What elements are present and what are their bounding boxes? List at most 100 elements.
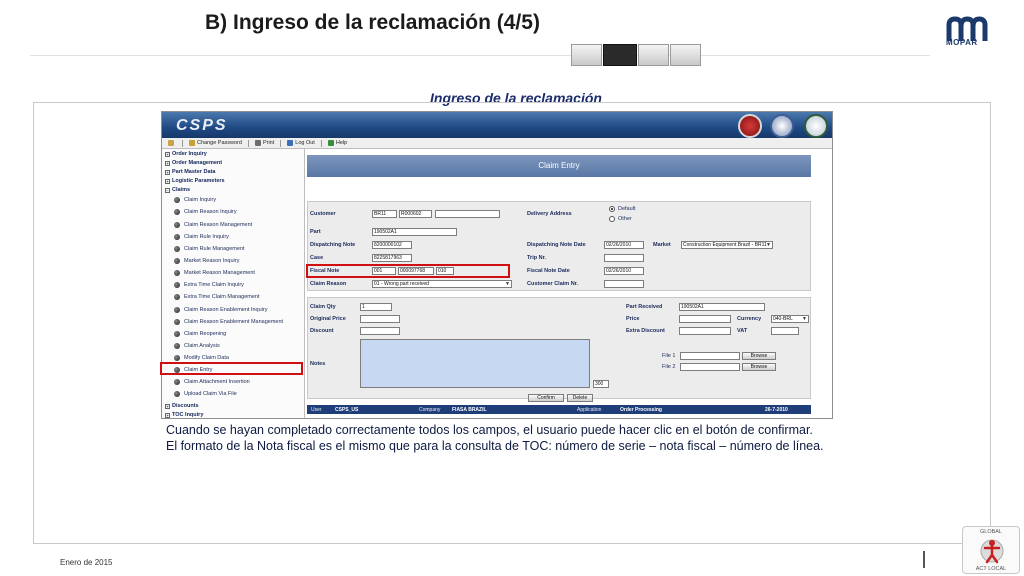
csps-logo: CSPS — [176, 117, 228, 134]
vat-label: VAT — [737, 328, 748, 334]
other-address-radio[interactable] — [609, 216, 615, 222]
nav-claim-inquiry[interactable]: Claim Inquiry — [174, 195, 216, 205]
customer-code-field[interactable]: BR11 — [372, 210, 397, 218]
customer-id-field[interactable]: R000602 — [399, 210, 432, 218]
circle-bullet-icon — [174, 343, 180, 349]
app-toolbar: Change Password Print Log Out Help — [162, 138, 832, 149]
market-select[interactable]: Construction Equipment Brazil - BR11 ▼ — [681, 241, 773, 249]
nav-label: Claim Reason Inquiry — [184, 209, 237, 215]
trip-nr-field[interactable] — [604, 254, 644, 262]
nav-label: Claim Reopening — [184, 331, 227, 337]
nav-label: TOC Inquiry — [172, 412, 204, 418]
dispatching-note-date-label: Dispatching Note Date — [527, 242, 586, 248]
logout-icon — [287, 140, 294, 146]
badge-bottom-text: ACT LOCAL — [975, 566, 1007, 572]
file-2-browse-button[interactable]: Browse — [742, 363, 776, 371]
part-received-field[interactable]: 190502A1 — [679, 303, 765, 311]
notes-char-counter: 300 — [593, 380, 609, 388]
notes-textarea[interactable] — [360, 339, 590, 388]
claim-reason-value: 01 - Wrong part received — [374, 281, 429, 287]
nav-claim-reason-inquiry[interactable]: Claim Reason Inquiry — [174, 207, 237, 217]
case-label: Case — [310, 255, 324, 261]
print-button[interactable]: Print — [254, 140, 274, 146]
circle-bullet-icon — [174, 355, 180, 361]
progress-step-4 — [670, 44, 701, 66]
currency-value: 040-BRL — [773, 316, 793, 322]
fiscal-note-date-label: Fiscal Note Date — [527, 268, 570, 274]
nav-label: Claim Reason Enablement Management — [184, 319, 284, 325]
home-button[interactable] — [168, 140, 176, 146]
price-field[interactable] — [679, 315, 731, 323]
circle-bullet-icon — [174, 234, 180, 240]
nav-toc-inquiry[interactable]: + TOC Inquiry — [165, 410, 204, 418]
claim-qty-field[interactable]: 1 — [360, 303, 392, 311]
customer-label: Customer — [310, 211, 336, 217]
status-user-label: User — [311, 406, 322, 413]
log-out-button[interactable]: Log Out — [287, 140, 315, 146]
confirm-button[interactable]: Confirm — [528, 394, 564, 402]
nav-claim-reopening[interactable]: Claim Reopening — [174, 329, 226, 339]
nav-upload-claim-via-file[interactable]: Upload Claim Via File — [174, 389, 237, 399]
case-field[interactable]: 8225817963 — [372, 254, 412, 262]
slide-title: B) Ingreso de la reclamación (4/5) — [205, 11, 540, 34]
nav-label: Upload Claim Via File — [184, 391, 237, 397]
customer-claim-nr-field[interactable] — [604, 280, 644, 288]
file-1-input[interactable] — [680, 352, 740, 360]
help-icon — [327, 140, 334, 146]
original-price-field[interactable] — [360, 315, 400, 323]
fiscal-note-date-field[interactable]: 02/26/2010 — [604, 267, 644, 275]
customer-name-field[interactable] — [435, 210, 500, 218]
progress-step-3 — [638, 44, 669, 66]
claim-entry-menu-highlight — [160, 362, 303, 375]
file-2-label: File 2 — [662, 364, 676, 370]
circle-bullet-icon — [174, 197, 180, 203]
part-label: Part — [310, 229, 321, 235]
discount-field[interactable] — [360, 327, 400, 335]
change-password-button[interactable]: Change Password — [189, 140, 242, 146]
nav-label: Order Management — [172, 160, 223, 166]
log-out-label: Log Out — [295, 140, 315, 146]
expand-icon: + — [165, 160, 170, 166]
nav-claim-reason-enablement-inquiry[interactable]: Claim Reason Enablement Inquiry — [174, 305, 267, 315]
extra-discount-field[interactable] — [679, 327, 731, 335]
nav-claim-analysis[interactable]: Claim Analysis — [174, 341, 220, 351]
help-button[interactable]: Help — [327, 140, 347, 146]
claim-reason-select[interactable]: 01 - Wrong part received ▼ — [372, 280, 512, 288]
part-field[interactable]: 190502A1 — [372, 228, 457, 236]
nav-label: Claim Analysis — [184, 343, 220, 349]
app-banner: CSPS — [162, 112, 832, 138]
nav-extra-time-claim-inquiry[interactable]: Extra Time Claim Inquiry — [174, 280, 244, 290]
nav-claim-attachment-insertion[interactable]: Claim Attachment Insertion — [174, 377, 250, 387]
nav-label: Part Master Data — [172, 169, 216, 175]
dispatching-note-field[interactable]: 8200000102 — [372, 241, 412, 249]
status-company-label: Company — [419, 406, 441, 413]
vat-field[interactable] — [771, 327, 799, 335]
nav-extra-time-claim-management[interactable]: Extra Time Claim Management — [174, 292, 260, 302]
lancia-logo-icon — [770, 114, 794, 138]
nav-market-reason-management[interactable]: Market Reason Management — [174, 268, 255, 278]
nav-market-reason-inquiry[interactable]: Market Reason Inquiry — [174, 256, 239, 266]
nav-claim-reason-enablement-management[interactable]: Claim Reason Enablement Management — [174, 317, 283, 327]
file-2-input[interactable] — [680, 363, 740, 371]
nav-claim-reason-management[interactable]: Claim Reason Management — [174, 220, 252, 230]
currency-select[interactable]: 040-BRL ▼ — [771, 315, 809, 323]
dispatching-note-date-field[interactable]: 02/26/2010 — [604, 241, 644, 249]
claim-reason-label: Claim Reason — [310, 281, 347, 287]
extra-discount-label: Extra Discount — [626, 328, 665, 334]
claim-qty-label: Claim Qty — [310, 304, 336, 310]
nav-claim-rule-inquiry[interactable]: Claim Rule Inquiry — [174, 232, 229, 242]
nav-claims[interactable]: − Claims — [165, 185, 190, 195]
delete-button[interactable]: Delete — [567, 394, 593, 402]
trip-nr-label: Trip Nr. — [527, 255, 546, 261]
title-divider — [30, 55, 930, 56]
original-price-label: Original Price — [310, 316, 346, 322]
default-address-radio[interactable] — [609, 206, 615, 212]
collapse-icon: − — [165, 187, 170, 193]
file-1-browse-button[interactable]: Browse — [742, 352, 776, 360]
nav-claim-rule-management[interactable]: Claim Rule Management — [174, 244, 245, 254]
nav-label: Claim Reason Enablement Inquiry — [184, 307, 268, 313]
chevron-down-icon: ▼ — [802, 316, 807, 322]
dispatching-note-label: Dispatching Note — [310, 242, 356, 248]
claim-entry-form: Claim Entry Customer BR11 R000602 Delive… — [307, 149, 832, 418]
circle-bullet-icon — [174, 294, 180, 300]
